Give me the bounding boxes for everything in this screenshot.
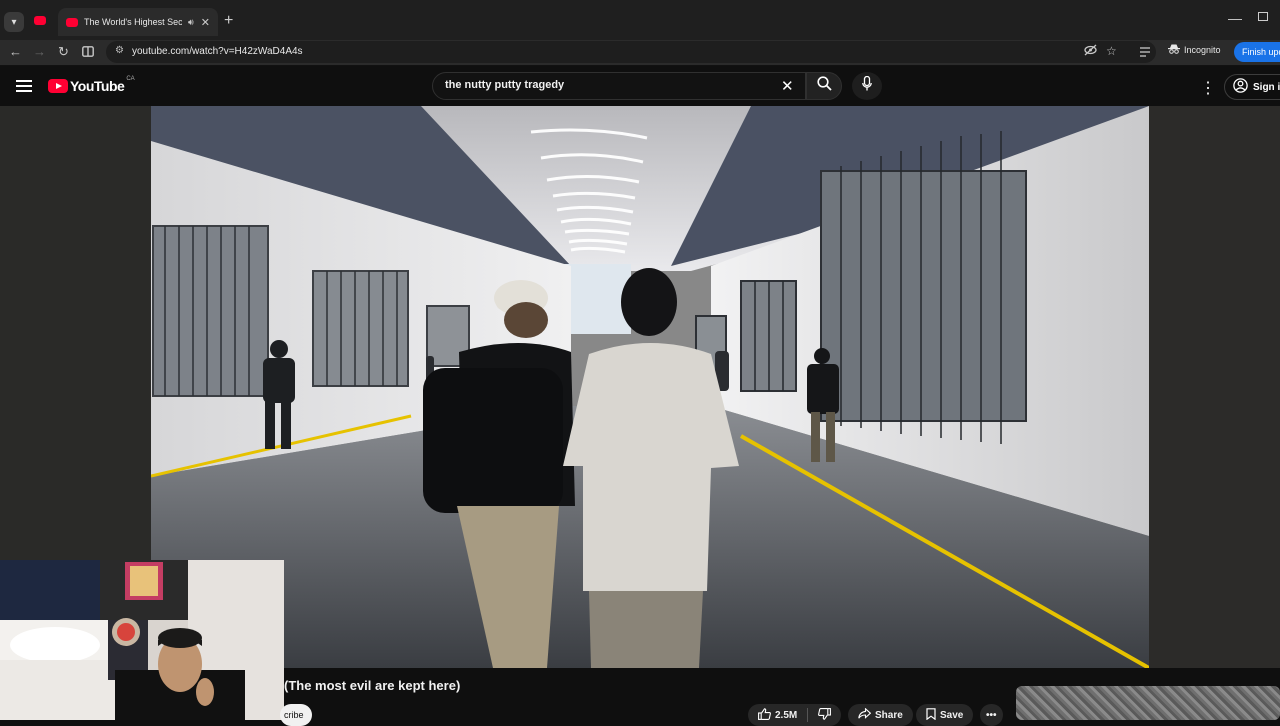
streamer-webcam-overlay (0, 560, 284, 720)
reading-list-icon[interactable] (1140, 45, 1152, 60)
recommended-video-thumbnail[interactable] (1016, 686, 1280, 720)
incognito-icon (1168, 44, 1180, 56)
subscribe-button[interactable]: cribe (280, 704, 312, 726)
new-tab-button[interactable]: + (224, 12, 233, 30)
chevron-down-icon: ▾ (11, 16, 17, 28)
voice-search-button[interactable] (852, 72, 882, 100)
like-count: 2.5M (775, 709, 798, 721)
youtube-favicon-icon (66, 17, 78, 27)
minimize-window-button[interactable]: — (1228, 10, 1242, 26)
search-query: the nutty putty tragedy (445, 79, 565, 91)
share-label: Share (875, 709, 903, 721)
more-actions-button[interactable]: ••• (980, 704, 1003, 726)
bookmark-star-icon[interactable]: ☆ (1106, 44, 1117, 58)
youtube-masthead: YouTube CA the nutty putty tragedy ✕ ⋮ S… (0, 66, 1280, 106)
save-label: Save (940, 709, 964, 721)
search-button[interactable] (806, 72, 842, 100)
country-code: CA (126, 76, 135, 82)
browser-toolbar: ← → ↻ ⚙︎ youtube.com/watch?v=H42zWaD4A4s… (0, 40, 1280, 66)
hamburger-menu-icon[interactable] (16, 80, 32, 92)
microphone-icon (862, 75, 872, 96)
sign-in-label: Sign in (1253, 81, 1280, 93)
finish-update-button[interactable]: Finish upda (1234, 42, 1280, 62)
youtube-play-icon (48, 79, 68, 93)
incognito-label: Incognito (1184, 45, 1221, 55)
back-arrow-icon[interactable]: ← (9, 44, 22, 59)
video-frame-prison-corridor (151, 106, 1149, 668)
account-circle-icon (1233, 78, 1248, 96)
address-bar[interactable]: ⚙︎ youtube.com/watch?v=H42zWaD4A4s ☆ (106, 41, 1156, 63)
browser-tab-active[interactable]: The World's Highest Securi 🔊︎ ✕ (58, 8, 218, 36)
sign-in-button[interactable]: Sign in (1224, 74, 1280, 100)
speaker-icon[interactable]: 🔊︎ (188, 17, 194, 28)
clear-search-icon[interactable]: ✕ (781, 77, 794, 95)
close-tab-icon[interactable]: ✕ (201, 16, 210, 29)
video-title: (The most evil are kept here) (284, 678, 461, 693)
tab-title: The World's Highest Securi (84, 17, 182, 27)
split-view-icon[interactable] (82, 45, 94, 60)
youtube-logo[interactable]: YouTube CA (48, 76, 135, 94)
logo-wordmark: YouTube (70, 78, 125, 94)
more-horizontal-icon: ••• (986, 709, 997, 721)
incognito-indicator[interactable]: Incognito (1168, 44, 1221, 56)
webcam-frame (0, 560, 284, 720)
youtube-favicon-icon[interactable] (34, 16, 46, 25)
site-info-icon[interactable]: ⚙︎ (115, 45, 124, 56)
thumbs-up-icon (758, 707, 771, 723)
save-button[interactable]: Save (916, 704, 974, 726)
bookmark-icon (926, 707, 936, 723)
tab-search-button[interactable]: ▾ (4, 12, 24, 32)
reload-icon[interactable]: ↻ (58, 44, 69, 60)
eye-off-icon[interactable] (1084, 44, 1097, 59)
ambient-right (1149, 106, 1280, 668)
browser-tabstrip: ▾ The World's Highest Securi 🔊︎ ✕ + — (0, 0, 1280, 40)
search-icon (816, 76, 832, 96)
video-player[interactable] (151, 106, 1149, 668)
restore-window-button[interactable] (1258, 12, 1268, 21)
search-input[interactable]: the nutty putty tragedy ✕ (432, 72, 806, 100)
thumbs-down-icon[interactable] (818, 707, 832, 723)
url-text: youtube.com/watch?v=H42zWaD4A4s (132, 46, 303, 57)
like-button[interactable]: 2.5M (748, 704, 842, 726)
settings-more-icon[interactable]: ⋮ (1200, 78, 1216, 98)
forward-arrow-icon[interactable]: → (33, 44, 46, 59)
share-button[interactable]: Share (848, 704, 913, 726)
